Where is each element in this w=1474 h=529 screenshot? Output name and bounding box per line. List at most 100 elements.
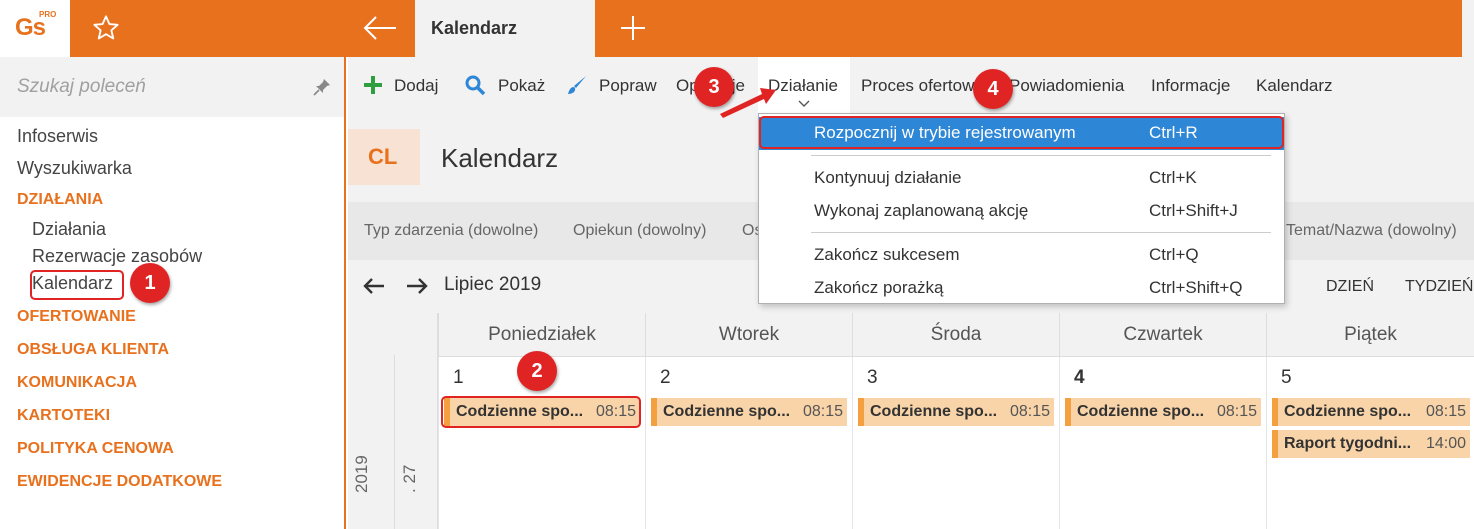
pin-icon[interactable] [312, 77, 332, 97]
sidebar-item-rezerwacje[interactable]: Rezerwacje zasobów [32, 246, 202, 267]
brush-icon [568, 76, 586, 94]
view-week-button[interactable]: TYDZIEŃ [1405, 278, 1473, 296]
highlight-box-menu-item [759, 116, 1284, 149]
add-button[interactable]: Dodaj [394, 76, 438, 96]
calendar-event[interactable]: Codzienne spo... 08:15 [1272, 398, 1470, 426]
day-header-mon: Poniedziałek [438, 313, 645, 357]
show-button[interactable]: Pokaż [498, 76, 545, 96]
tab-kalendarz[interactable]: Kalendarz [415, 0, 595, 57]
sidebar-section-polityka-cenowa[interactable]: POLITYKA CENOWA [17, 440, 174, 458]
search-input[interactable] [17, 72, 297, 102]
edit-button[interactable]: Popraw [599, 76, 657, 96]
filter-owner[interactable]: Opiekun (dowolny) [573, 222, 706, 240]
menu-item-execute-planned[interactable]: Wykonaj zaplanowaną akcję Ctrl+Shift+J [759, 195, 1284, 228]
day-number: 5 [1281, 367, 1292, 388]
search-icon [465, 75, 486, 96]
menu-separator [811, 232, 1271, 233]
event-time: 08:15 [1216, 403, 1257, 420]
day-number: 1 [453, 367, 464, 388]
menu-item-shortcut: Ctrl+Q [1149, 245, 1199, 264]
year-label: 2019 [352, 455, 371, 493]
sidebar-section-obsluga-klienta[interactable]: OBSŁUGA KLIENTA [17, 341, 169, 359]
day-cell-fri[interactable]: 5 Codzienne spo... 08:15 Raport tygodni.… [1266, 357, 1474, 529]
month-label: Lipiec 2019 [444, 274, 542, 295]
menu-item-finish-failure[interactable]: Zakończ porażką Ctrl+Shift+Q [759, 272, 1284, 305]
calendar-menu[interactable]: Kalendarz [1256, 76, 1333, 96]
day-header-tue: Wtorek [645, 313, 852, 357]
plus-icon [364, 76, 382, 94]
highlight-box-kalendarz [30, 270, 124, 300]
menu-item-finish-success[interactable]: Zakończ sukcesem Ctrl+Q [759, 239, 1284, 272]
filter-subject[interactable]: Temat/Nazwa (dowolny) [1286, 222, 1457, 240]
sidebar-item-dzialania[interactable]: Działania [32, 219, 106, 240]
calendar-event[interactable]: Codzienne spo... 08:15 [858, 398, 1054, 426]
action-dropdown-menu: Rozpocznij w trybie rejestrowanym Ctrl+R… [758, 113, 1285, 304]
menu-item-shortcut: Ctrl+Shift+J [1149, 201, 1238, 220]
next-arrow-icon[interactable] [406, 275, 428, 297]
day-header-wed: Środa [852, 313, 1059, 357]
app-logo[interactable]: Gs PRO [0, 0, 70, 57]
menu-item-label: Zakończ sukcesem [814, 245, 960, 264]
logo-badge: PRO [39, 10, 57, 19]
event-time: 08:15 [802, 403, 843, 420]
event-title: Raport tygodni... [1284, 435, 1412, 452]
step-marker-1: 1 [130, 263, 170, 303]
prev-arrow-icon[interactable] [363, 275, 385, 297]
page-title: Kalendarz [441, 143, 559, 173]
day-number-today: 4 [1074, 367, 1085, 388]
star-icon[interactable] [92, 14, 120, 42]
calendar-event[interactable]: Codzienne spo... 08:15 [651, 398, 847, 426]
day-cell-thu[interactable]: 4 Codzienne spo... 08:15 [1059, 357, 1266, 529]
week-column: 2019 . 27 [348, 313, 438, 529]
chevron-down-icon [798, 100, 810, 107]
sidebar-section-dzialania[interactable]: DZIAŁANIA [17, 191, 103, 209]
sidebar-item-wyszukiwarka[interactable]: Wyszukiwarka [17, 158, 132, 179]
event-title: Codzienne spo... [1077, 403, 1205, 420]
step-marker-4: 4 [973, 69, 1013, 109]
menu-separator [811, 155, 1271, 156]
day-cell-wed[interactable]: 3 Codzienne spo... 08:15 [852, 357, 1059, 529]
sidebar-section-ewidencje[interactable]: EWIDENCJE DODATKOWE [17, 473, 222, 491]
new-tab-plus-icon[interactable] [619, 14, 647, 42]
menu-item-label: Zakończ porażką [814, 278, 944, 297]
menu-item-label: Wykonaj zaplanowaną akcję [814, 201, 1029, 220]
event-time: 08:15 [1009, 403, 1050, 420]
sidebar-section-komunikacja[interactable]: KOMUNIKACJA [17, 374, 137, 392]
calendar-event[interactable]: Raport tygodni... 14:00 [1272, 430, 1470, 458]
event-title: Codzienne spo... [1284, 403, 1412, 420]
sidebar-section-kartoteki[interactable]: KARTOTEKI [17, 407, 110, 425]
menu-item-label: Kontynuuj działanie [814, 168, 962, 187]
command-search [0, 57, 344, 117]
calendar-event[interactable]: Codzienne spo... 08:15 [1065, 398, 1261, 426]
back-arrow-icon[interactable] [362, 14, 398, 42]
highlight-box-event [441, 396, 641, 428]
event-time: 14:00 [1425, 435, 1466, 452]
filter-event-type[interactable]: Typ zdarzenia (dowolne) [364, 222, 538, 240]
sidebar-item-infoserwis[interactable]: Infoserwis [17, 126, 98, 147]
info-menu[interactable]: Informacje [1151, 76, 1230, 96]
offer-process-menu[interactable]: Proces ofertowy [861, 76, 983, 96]
day-header-fri: Piątek [1266, 313, 1474, 357]
page-badge-text: CL [368, 144, 398, 169]
event-time: 08:15 [1425, 403, 1466, 420]
step-marker-2: 2 [517, 351, 557, 391]
menu-item-continue[interactable]: Kontynuuj działanie Ctrl+K [759, 162, 1284, 195]
day-cell-tue[interactable]: 2 Codzienne spo... 08:15 [645, 357, 852, 529]
sidebar-section-ofertowanie[interactable]: OFERTOWANIE [17, 308, 136, 326]
event-title: Codzienne spo... [870, 403, 998, 420]
page-badge: CL [348, 129, 420, 185]
view-day-button[interactable]: DZIEŃ [1326, 278, 1374, 296]
day-number: 2 [660, 367, 671, 388]
tab-title: Kalendarz [431, 18, 518, 38]
menu-item-shortcut: Ctrl+Shift+Q [1149, 278, 1243, 297]
day-header-thu: Czwartek [1059, 313, 1266, 357]
week-divider [394, 355, 395, 529]
menu-item-shortcut: Ctrl+K [1149, 168, 1197, 187]
week-label: . 27 [400, 464, 419, 493]
topbar-edge [1462, 0, 1474, 57]
step-marker-3: 3 [694, 67, 734, 107]
sidebar: Infoserwis Wyszukiwarka DZIAŁANIA Działa… [0, 57, 346, 529]
day-number: 3 [867, 367, 878, 388]
top-bar: Gs PRO Kalendarz [0, 0, 1474, 57]
notifications-menu[interactable]: Powiadomienia [1009, 76, 1124, 96]
